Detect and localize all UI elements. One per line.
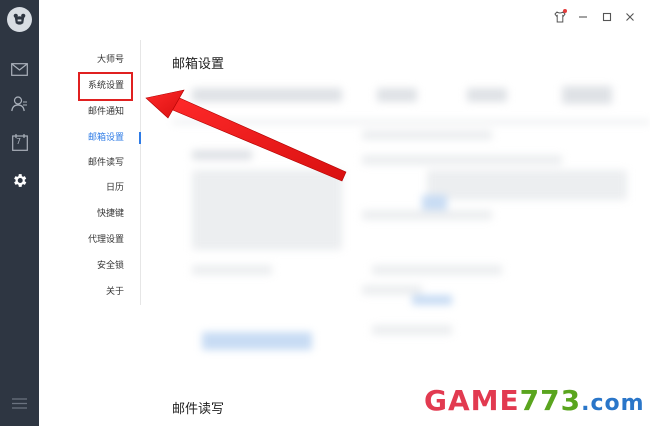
watermark-com: .com [581, 391, 645, 416]
watermark: GAME773.com [424, 384, 645, 417]
watermark-773: 773 [519, 384, 582, 417]
annotation-arrow [145, 89, 347, 182]
watermark-game: GAME [424, 384, 520, 417]
